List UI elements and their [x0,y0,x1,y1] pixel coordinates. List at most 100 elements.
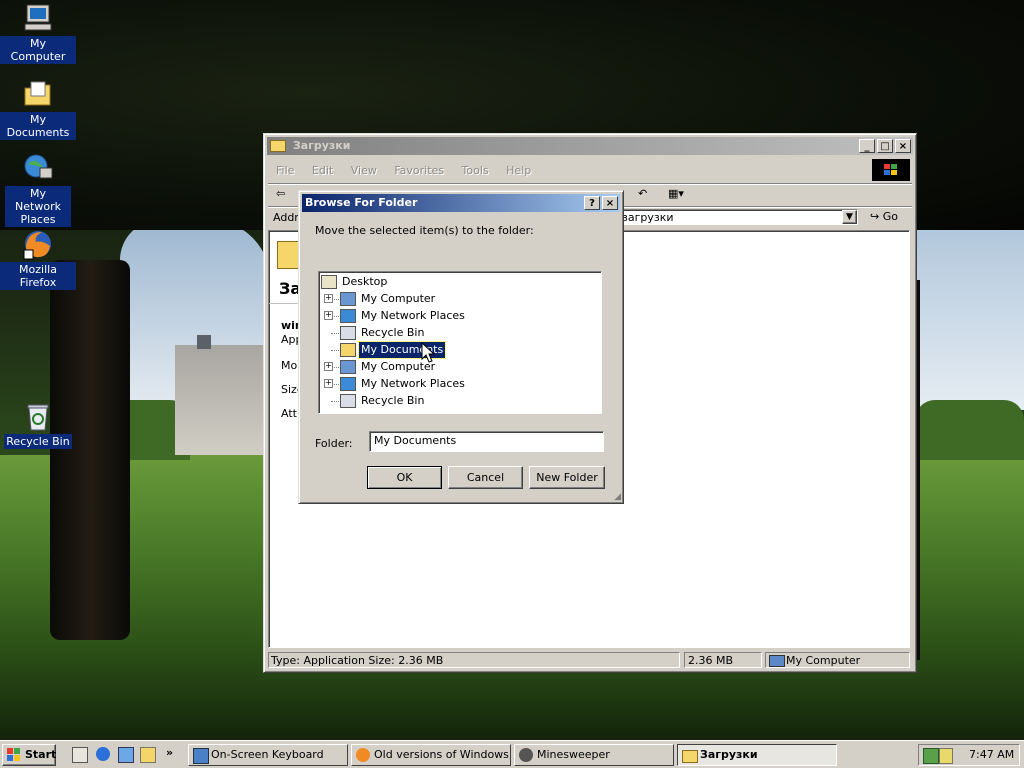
address-input[interactable]: загрузки ▼ [618,209,858,225]
task-zagruzki[interactable]: Загрузки [677,744,837,766]
quick-launch-more-icon[interactable]: » [166,746,173,759]
my-computer-icon [340,360,356,374]
desktop-icon-network-places[interactable]: My Network Places [0,152,76,227]
folder-tree[interactable]: Desktop + My Computer + My Network Places Rec… [318,271,602,414]
address-dropdown-button[interactable]: ▼ [842,210,857,224]
desktop-icon-label: My Computer [0,36,76,64]
recycle-bin-icon [340,326,356,340]
task-minesweeper[interactable]: Minesweeper [514,744,674,766]
tree-connector [331,333,339,334]
folder-icon [270,140,286,152]
tree-item[interactable]: Recycle Bin [319,393,599,409]
show-desktop-icon[interactable] [72,747,88,763]
tree-item-label: Recycle Bin [361,326,425,339]
quick-launch: » [64,744,184,766]
menu-help[interactable]: Help [506,164,531,177]
tree-connector [331,401,339,402]
wallpaper-sky [910,200,1024,410]
expand-icon[interactable]: + [324,311,333,320]
menu-favorites[interactable]: Favorites [394,164,444,177]
status-size-text: 2.36 MB [688,654,734,667]
wallpaper-trunk [50,260,130,640]
views-icon[interactable]: ▦▾ [668,187,684,200]
new-folder-button[interactable]: New Folder [529,466,605,489]
back-arrow-icon[interactable]: ⇦ [276,187,285,200]
menu-file[interactable]: File [276,164,294,177]
address-value: загрузки [622,211,674,224]
dialog-instruction: Move the selected item(s) to the folder: [315,224,534,237]
tree-item[interactable]: + My Network Places [319,376,599,392]
desktop-icon-my-computer[interactable]: My Computer [0,2,76,64]
folder-documents-icon [22,78,54,110]
task-label: Minesweeper [537,748,610,761]
desktop-icon-label: My Documents [0,112,76,140]
tree-item[interactable]: + My Computer [319,359,599,375]
task-label: Загрузки [700,748,758,761]
status-zone: My Computer [765,652,910,668]
windows-logo-icon [872,159,910,181]
cancel-button[interactable]: Cancel [448,466,523,489]
menu-view[interactable]: View [351,164,377,177]
tree-item-label: Desktop [342,275,388,288]
wallpaper-castle [175,335,265,455]
start-label: Start [25,748,57,761]
close-button[interactable]: × [895,139,911,153]
expand-icon[interactable]: + [324,362,333,371]
go-button[interactable]: ↪ Go [870,210,898,223]
dialog-close-button[interactable]: × [602,196,618,210]
desktop-icon-label: Recycle Bin [4,434,72,449]
expand-icon[interactable]: + [324,294,333,303]
outlook-express-icon[interactable] [118,747,134,763]
status-bar: Type: Application Size: 2.36 MB 2.36 MB … [268,652,912,668]
desktop-icon-my-documents[interactable]: My Documents [0,78,76,140]
network-places-icon [22,152,54,184]
tree-item[interactable]: Recycle Bin [319,325,599,341]
tree-connector [331,350,339,351]
tree-item[interactable]: My Documents [319,341,599,359]
undo-icon[interactable]: ↶ [638,187,647,200]
my-computer-icon [22,2,54,34]
help-button[interactable]: ? [584,196,600,210]
tree-item-label: My Computer [361,292,436,305]
network-tray-icon[interactable] [923,748,939,764]
go-label: Go [882,210,898,223]
expand-icon[interactable]: + [324,379,333,388]
tree-item[interactable]: + My Network Places [319,308,599,324]
ok-button[interactable]: OK [367,466,442,489]
explorer-titlebar[interactable]: Загрузки _ □ × [267,137,913,155]
start-button[interactable]: Start [2,744,56,766]
desktop-icon-recycle-bin[interactable]: Recycle Bin [0,400,76,449]
desktop-icon [321,275,337,289]
network-places-icon [340,309,356,323]
minimize-button[interactable]: _ [859,139,875,153]
task-label: On-Screen Keyboard [211,748,324,761]
desktop-icon-label: Mozilla Firefox [0,262,76,290]
media-icon[interactable] [140,747,156,763]
task-on-screen-keyboard[interactable]: On-Screen Keyboard [188,744,348,766]
task-firefox[interactable]: Old versions of Windows, ... [351,744,511,766]
menu-tools[interactable]: Tools [462,164,489,177]
task-label: Old versions of Windows, ... [374,748,511,761]
recycle-bin-icon [340,394,356,408]
internet-explorer-icon[interactable] [96,747,110,761]
my-computer-icon [769,655,785,667]
folder-icon [682,750,698,763]
folder-input[interactable]: My Documents [369,431,604,452]
tray-app-icon[interactable] [939,748,953,764]
firefox-icon [22,228,54,260]
dialog-titlebar[interactable]: Browse For Folder ? × [302,194,620,212]
menu-edit[interactable]: Edit [312,164,333,177]
clock[interactable]: 7:47 AM [969,748,1014,761]
browse-folder-dialog[interactable]: Browse For Folder ? × Move the selected … [298,190,624,504]
tree-item[interactable]: + My Computer [319,291,599,307]
dialog-title: Browse For Folder [305,196,418,209]
tree-item[interactable]: Desktop [319,274,599,290]
mine-icon [519,748,533,762]
folder-open-icon [340,343,356,357]
tree-item-label: My Network Places [361,377,465,390]
maximize-button[interactable]: □ [877,139,893,153]
resize-grip-icon[interactable]: ◢ [614,492,621,502]
network-places-icon [340,377,356,391]
desktop-icon-firefox[interactable]: Mozilla Firefox [0,228,76,290]
desktop-icon-label: My Network Places [5,186,71,227]
